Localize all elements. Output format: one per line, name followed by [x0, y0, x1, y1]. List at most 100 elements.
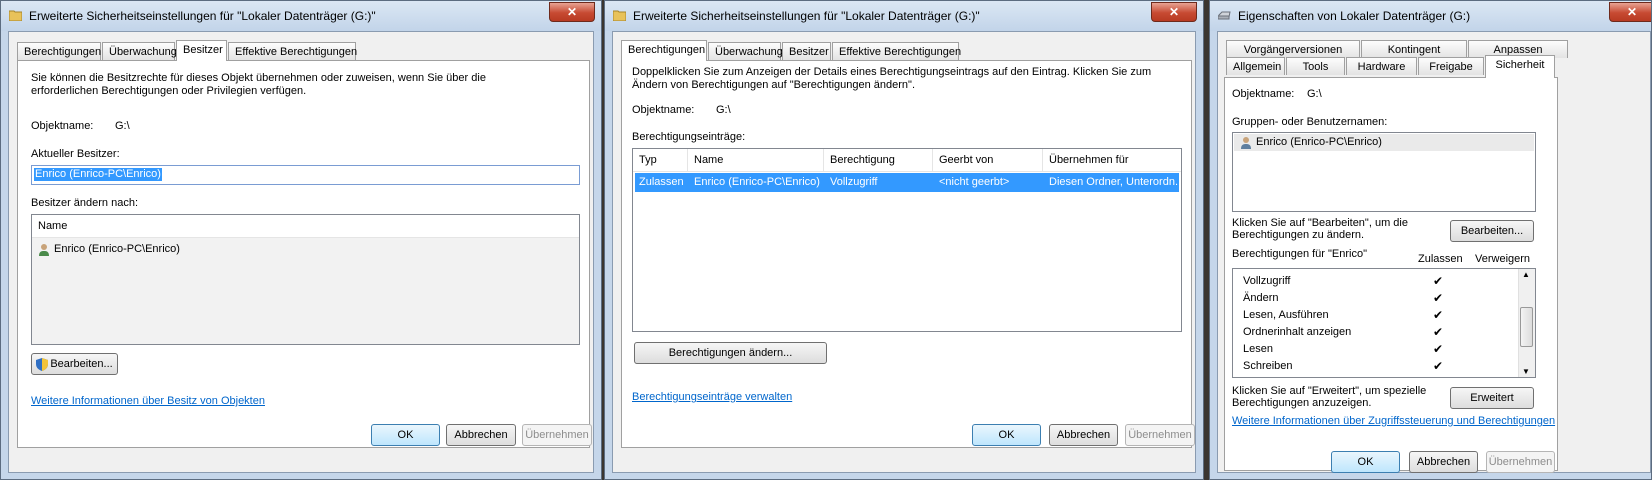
- list-item[interactable]: Enrico (Enrico-PC\Enrico): [1234, 134, 1534, 151]
- column-typ[interactable]: Typ: [633, 149, 688, 171]
- window-title: Erweiterte Sicherheitseinstellungen für …: [29, 9, 376, 23]
- tab-allgemein[interactable]: Allgemein: [1226, 57, 1285, 75]
- column-uebernehmen-fuer[interactable]: Übernehmen für: [1043, 149, 1181, 171]
- access-control-info-link[interactable]: Weitere Informationen über Zugriffssteue…: [1232, 415, 1555, 427]
- tab-besitzer[interactable]: Besitzer: [782, 42, 831, 60]
- column-geerbt-von[interactable]: Geerbt von: [933, 149, 1043, 171]
- table-row[interactable]: Zulassen Enrico (Enrico-PC\Enrico) Vollz…: [635, 173, 1184, 192]
- column-name[interactable]: Name: [688, 149, 824, 171]
- tab-ueberwachung[interactable]: Überwachung: [102, 42, 177, 60]
- cell-berechtigung: Vollzugriff: [830, 176, 878, 188]
- scroll-down-icon[interactable]: ▼: [1522, 367, 1530, 376]
- cancel-button[interactable]: Abbrechen: [446, 424, 516, 446]
- close-icon: ✕: [566, 5, 578, 19]
- manage-entries-link[interactable]: Berechtigungseinträge verwalten: [632, 391, 792, 403]
- owner-list[interactable]: Name Enrico (Enrico-PC\Enrico): [31, 214, 580, 345]
- intro-text: Sie können die Besitzrechte für dieses O…: [31, 72, 486, 97]
- object-name-label: Objektname:: [1232, 88, 1295, 100]
- folder-icon: [9, 10, 22, 21]
- current-owner-field[interactable]: Enrico (Enrico-PC\Enrico): [31, 165, 580, 185]
- client-area: Berechtigungen Überwachung Besitzer Effe…: [612, 31, 1196, 473]
- user-icon: [1241, 136, 1251, 149]
- list-item[interactable]: Enrico (Enrico-PC\Enrico): [38, 241, 180, 257]
- scroll-thumb[interactable]: [1520, 307, 1533, 347]
- advanced-button[interactable]: Erweitert: [1450, 387, 1534, 409]
- permissions-scrollbar[interactable]: ▲ ▼: [1518, 269, 1535, 377]
- cell-geerbt-von: <nicht geerbt>: [939, 176, 1010, 188]
- window-title: Erweiterte Sicherheitseinstellungen für …: [633, 9, 980, 23]
- entries-header: Typ Name Berechtigung Geerbt von Überneh…: [633, 149, 1181, 172]
- close-button[interactable]: ✕: [549, 2, 595, 22]
- groups-list[interactable]: Enrico (Enrico-PC\Enrico): [1232, 132, 1536, 212]
- permission-row-aendern: Ändern ✔: [1233, 290, 1519, 307]
- cancel-button[interactable]: Abbrechen: [1049, 424, 1118, 446]
- permissions-list[interactable]: Vollzugriff ✔ Ändern ✔ Lesen, Ausführen …: [1232, 268, 1536, 378]
- permission-name: Lesen, Ausführen: [1243, 309, 1329, 321]
- object-name-label: Objektname:: [31, 120, 94, 132]
- tab-sicherheit[interactable]: Sicherheit: [1485, 55, 1555, 78]
- cancel-button[interactable]: Abbrechen: [1409, 451, 1478, 473]
- permission-name: Ordnerinhalt anzeigen: [1243, 326, 1352, 338]
- apply-button[interactable]: Übernehmen: [1125, 424, 1195, 446]
- tab-tools[interactable]: Tools: [1286, 57, 1345, 75]
- apply-button[interactable]: Übernehmen: [1486, 451, 1555, 473]
- permission-row-schreiben: Schreiben ✔: [1233, 358, 1519, 375]
- ok-button[interactable]: OK: [1331, 451, 1400, 473]
- groups-label: Gruppen- oder Benutzernamen:: [1232, 116, 1388, 128]
- close-icon: ✕: [1626, 5, 1638, 19]
- tab-vorgaengerversionen[interactable]: Vorgängerversionen: [1226, 40, 1360, 58]
- permission-entries-list[interactable]: Typ Name Berechtigung Geerbt von Überneh…: [632, 148, 1184, 332]
- owner-list-header: Name: [32, 215, 579, 238]
- edit-hint-text: Klicken Sie auf "Bearbeiten", um die Ber…: [1232, 217, 1408, 241]
- column-berechtigung[interactable]: Berechtigung: [824, 149, 933, 171]
- tab-panel: Objektname: G:\ Gruppen- oder Benutzerna…: [1224, 77, 1558, 471]
- permissions-for-label: Berechtigungen für "Enrico": [1232, 248, 1367, 260]
- tab-besitzer[interactable]: Besitzer: [176, 40, 227, 61]
- current-owner-label: Aktueller Besitzer:: [31, 148, 120, 160]
- deny-column-label: Verweigern: [1475, 253, 1531, 265]
- ok-button[interactable]: OK: [371, 424, 440, 446]
- apply-button[interactable]: Übernehmen: [522, 424, 592, 446]
- close-icon: ✕: [1168, 5, 1180, 19]
- object-name-value: G:\: [115, 120, 130, 132]
- tab-hardware[interactable]: Hardware: [1346, 57, 1417, 75]
- tab-kontingent[interactable]: Kontingent: [1361, 40, 1467, 58]
- advanced-hint-text: Klicken Sie auf "Erweitert", um speziell…: [1232, 385, 1427, 409]
- close-button[interactable]: ✕: [1609, 2, 1651, 22]
- object-name-value: G:\: [1307, 88, 1322, 100]
- owner-info-link[interactable]: Weitere Informationen über Besitz von Ob…: [31, 395, 265, 407]
- column-name[interactable]: Name: [32, 215, 579, 237]
- ok-button[interactable]: OK: [972, 424, 1041, 446]
- permission-name: Lesen: [1243, 343, 1273, 355]
- tab-berechtigungen[interactable]: Berechtigungen: [621, 40, 707, 61]
- scroll-up-icon[interactable]: ▲: [1522, 270, 1530, 279]
- permission-name: Ändern: [1243, 292, 1279, 304]
- current-owner-value: Enrico (Enrico-PC\Enrico): [34, 168, 162, 181]
- dialog-properties: Eigenschaften von Lokaler Datenträger (G…: [1209, 0, 1652, 480]
- change-permissions-button[interactable]: Berechtigungen ändern...: [634, 342, 827, 364]
- title-bar[interactable]: Erweiterte Sicherheitseinstellungen für …: [1, 1, 601, 31]
- checkmark-icon: ✔: [1432, 342, 1444, 356]
- checkmark-icon: ✔: [1432, 308, 1444, 322]
- title-bar[interactable]: Eigenschaften von Lokaler Datenträger (G…: [1210, 1, 1651, 31]
- edit-button[interactable]: Bearbeiten...: [1450, 220, 1534, 242]
- intro-text: Doppelklicken Sie zum Anzeigen der Detai…: [632, 66, 1152, 91]
- permission-row-vollzugriff: Vollzugriff ✔: [1233, 273, 1519, 290]
- tab-panel: Sie können die Besitzrechte für dieses O…: [17, 60, 590, 448]
- permission-name: Schreiben: [1243, 360, 1293, 372]
- client-area: Berechtigungen Überwachung Besitzer Effe…: [8, 31, 594, 473]
- checkmark-icon: ✔: [1432, 274, 1444, 288]
- checkmark-icon: ✔: [1432, 291, 1444, 305]
- tab-effektive-berechtigungen[interactable]: Effektive Berechtigungen: [228, 42, 357, 60]
- object-name-label: Objektname:: [632, 104, 695, 116]
- title-bar[interactable]: Erweiterte Sicherheitseinstellungen für …: [605, 1, 1203, 31]
- tab-berechtigungen[interactable]: Berechtigungen: [17, 42, 101, 60]
- close-button[interactable]: ✕: [1151, 2, 1197, 22]
- cell-uebernehmen-fuer: Diesen Ordner, Unterordn...: [1049, 176, 1185, 188]
- tab-freigabe[interactable]: Freigabe: [1418, 57, 1484, 75]
- dialog-permissions: Erweiterte Sicherheitseinstellungen für …: [604, 0, 1204, 480]
- tab-ueberwachung[interactable]: Überwachung: [708, 42, 783, 60]
- edit-owner-button[interactable]: Bearbeiten...: [31, 353, 118, 375]
- checkmark-icon: ✔: [1432, 325, 1444, 339]
- tab-effektive-berechtigungen[interactable]: Effektive Berechtigungen: [832, 42, 961, 60]
